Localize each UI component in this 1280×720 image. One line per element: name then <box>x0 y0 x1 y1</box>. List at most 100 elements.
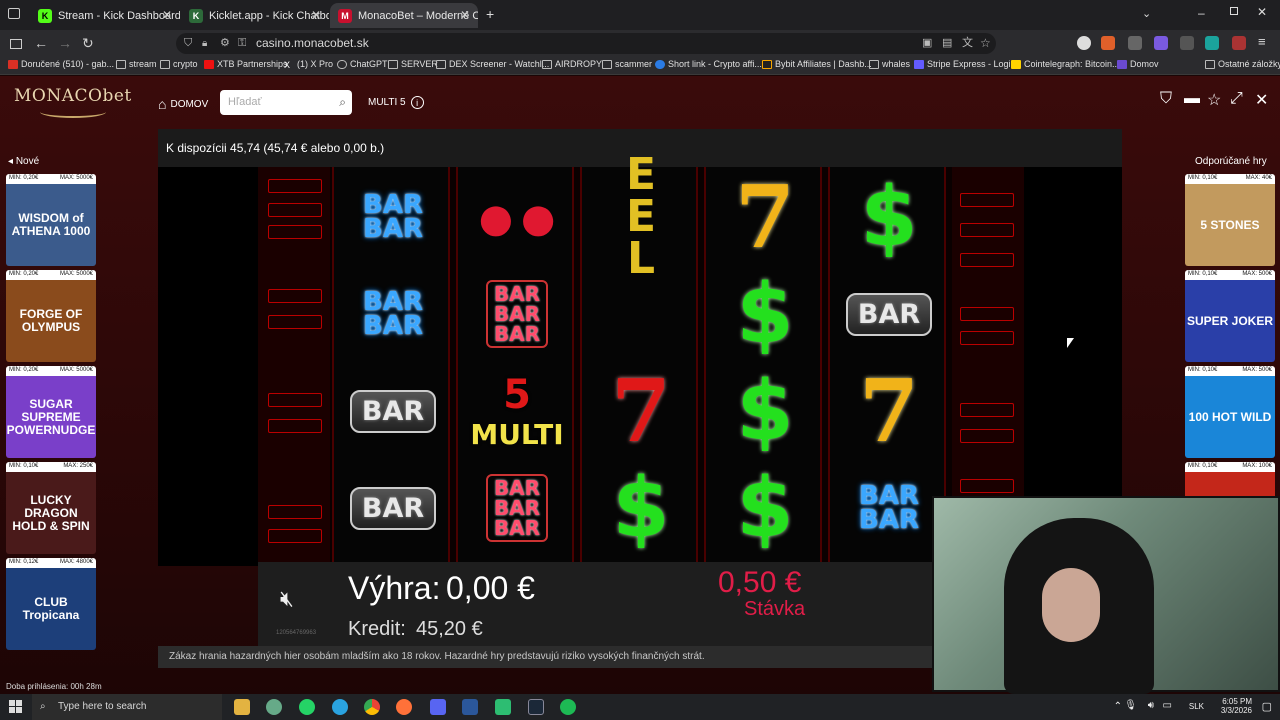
other-bookmarks[interactable]: Ostatné záložky <box>1205 59 1280 69</box>
bookmark-item[interactable]: X (1) X Pro <box>284 59 333 70</box>
bookmark-label: stream <box>129 59 157 69</box>
bookmark-star-icon[interactable]: ☆ <box>980 33 991 54</box>
lock-icon[interactable]: 🔒︎ <box>202 33 207 54</box>
max-bet: MAX: 4800€ <box>59 559 93 565</box>
menu-icon[interactable]: ≡ <box>1258 34 1266 49</box>
clock[interactable]: 6:05 PM 3/3/2026 <box>1221 697 1252 715</box>
spotify-icon[interactable] <box>560 699 576 715</box>
extension-counter-icon[interactable] <box>1128 36 1142 50</box>
bookmark-item[interactable]: XTB Partnerships <box>204 59 288 69</box>
close-icon[interactable]: ✕ <box>311 8 321 22</box>
bookmark-label: XTB Partnerships <box>217 59 288 69</box>
search-icon[interactable]: ⌕ <box>339 90 346 115</box>
windows-start-icon[interactable] <box>9 700 22 713</box>
taskbar-search[interactable]: ⌕ Type here to search <box>32 694 222 720</box>
steam-icon[interactable] <box>528 699 544 715</box>
bookmark-item[interactable]: scammer <box>602 59 652 69</box>
mute-icon[interactable]: 🔇︎ <box>280 586 294 612</box>
site-logo[interactable]: MONACObet <box>14 86 132 106</box>
game-thumbnail[interactable]: MIN: 0,20€ MAX: 5000€ SUGAR SUPREME POWERN… <box>6 366 96 458</box>
firefox-icon[interactable] <box>396 699 412 715</box>
reload-icon[interactable]: ↻ <box>82 35 94 52</box>
fullscreen-icon[interactable]: ⤢ <box>1230 90 1243 108</box>
bookmark-item[interactable]: Short link - Crypto affi... <box>655 59 762 69</box>
bookmark-item[interactable]: Doručené (510) - gab... <box>8 59 114 69</box>
bookmark-item[interactable]: Stripe Express - Login <box>914 59 1016 69</box>
settings-app-icon[interactable] <box>266 699 282 715</box>
close-icon[interactable]: ✕ <box>460 8 470 22</box>
game-thumbnail[interactable]: MIN: 0,10€ MAX: 40€ 5 STONES <box>1185 174 1275 266</box>
language-indicator[interactable]: SLK <box>1189 702 1204 711</box>
bookmark-item[interactable]: stream <box>116 59 157 69</box>
tray-chevron-icon[interactable]: ⌃ <box>1114 701 1122 712</box>
search-input[interactable]: Hľadať ⌕ <box>220 90 352 115</box>
chrome-icon[interactable] <box>364 699 380 715</box>
key-icon[interactable]: ⚿ <box>238 33 246 54</box>
credit-label: Kredit: <box>348 618 406 640</box>
wallet-icon[interactable]: ▬ <box>1184 90 1200 108</box>
gmail-icon <box>8 59 18 69</box>
close-icon[interactable]: ✕ <box>162 8 172 22</box>
extensions-puzzle-icon[interactable] <box>1180 36 1194 50</box>
close-window-button[interactable]: ✕ <box>1257 5 1267 19</box>
whatsapp-icon[interactable] <box>299 699 315 715</box>
game-thumbnail[interactable]: MIN: 0,12€ MAX: 4800€ CLUB Tropicana <box>6 558 96 650</box>
tab-kick-dashboard[interactable]: K Stream - Kick Dashboard ✕ <box>30 3 180 28</box>
site-settings-icon[interactable]: ⚙ <box>220 33 230 54</box>
shield-icon[interactable]: ⛉ <box>184 33 192 54</box>
sidebar-toggle-icon[interactable] <box>10 39 22 49</box>
bookmark-item[interactable]: Bybit Affiliates | Dashb... <box>762 59 872 69</box>
left-payline-strip <box>258 167 330 562</box>
reel-symbol: 7 <box>735 166 795 268</box>
extension-teal-icon[interactable] <box>1205 36 1219 50</box>
game-thumbnail[interactable]: MIN: 0,20€ MAX: 5000€ WISDOM of ATHENA 100… <box>6 174 96 266</box>
game-thumbnail[interactable]: MIN: 0,10€ MAX: 500€ SUPER JOKER <box>1185 270 1275 362</box>
bookmark-item[interactable]: SERVER <box>388 59 438 69</box>
new-tab-button[interactable]: + <box>486 6 494 22</box>
kick-app-icon[interactable] <box>495 699 511 715</box>
bookmark-item[interactable]: DEX Screener - Watchl... <box>436 59 549 69</box>
extension-badge-icon[interactable] <box>1232 36 1246 50</box>
new-games-title[interactable]: ◂ Nové <box>8 156 39 167</box>
tab-list-chevron-icon[interactable]: ⌄ <box>1142 7 1151 20</box>
back-arrow-icon[interactable]: ← <box>34 35 48 51</box>
bookmark-item[interactable]: ChatGPT <box>337 59 388 69</box>
restore-button[interactable] <box>1230 7 1238 15</box>
extension-discord-icon[interactable] <box>1154 36 1168 50</box>
bookmark-item[interactable]: whales <box>869 59 910 69</box>
address-bar[interactable]: ⛉ 🔒︎ ⚙ ⚿ casino.monacobet.sk ▣ ▤ 文 ☆ <box>176 33 996 54</box>
bookmark-item[interactable]: Cointelegraph: Bitcoin... <box>1011 59 1120 69</box>
screenshot-icon[interactable]: ▣ <box>922 33 932 54</box>
network-icon[interactable]: ▭ <box>1163 700 1172 711</box>
tab-kicklet[interactable]: K Kicklet.app - Kick Chatbot and ... ✕ <box>181 3 329 28</box>
microphone-icon[interactable]: 🎙︎ <box>1124 700 1137 711</box>
tab-monacobet[interactable]: M MonacoBet – Moderné Online ... ✕ <box>330 3 478 28</box>
stake-value[interactable]: 0,50 € <box>718 566 801 600</box>
extension-fox-icon[interactable] <box>1101 36 1115 50</box>
window-menu-icon[interactable] <box>8 8 20 19</box>
game-thumbnail[interactable]: MIN: 0,10€ MAX: 250€ LUCKY DRAGON HOLD & S… <box>6 462 96 554</box>
bookmark-item[interactable]: AIRDROPY <box>542 59 602 69</box>
game-thumbnail[interactable]: MIN: 0,10€ MAX: 500€ 100 HOT WILD <box>1185 366 1275 458</box>
bookmark-item[interactable]: Domov <box>1117 59 1159 69</box>
bookmark-item[interactable]: crypto <box>160 59 198 69</box>
reader-view-icon[interactable]: ▤ <box>942 33 952 54</box>
search-icon: ⌕ <box>40 701 46 712</box>
info-icon[interactable]: i <box>410 96 424 109</box>
minimize-button[interactable]: – <box>1198 6 1205 20</box>
home-button[interactable]: ⌂ DOMOV <box>158 96 208 112</box>
translate-icon[interactable]: 文 <box>962 33 973 54</box>
close-game-icon[interactable]: ✕ <box>1255 90 1268 110</box>
shield-icon[interactable]: ⛉ <box>1160 90 1172 108</box>
telegram-icon[interactable] <box>332 699 348 715</box>
favorite-star-icon[interactable]: ☆ <box>1207 90 1221 110</box>
file-explorer-icon[interactable] <box>234 699 250 715</box>
word-icon[interactable] <box>462 699 478 715</box>
game-thumbnail[interactable]: MIN: 0,20€ MAX: 5000€ FORGE OF OLYMPUS <box>6 270 96 362</box>
forward-arrow-icon[interactable]: → <box>58 35 72 51</box>
speaker-icon[interactable]: 🔊︎ <box>1148 700 1154 711</box>
profile-icon[interactable] <box>1077 36 1091 50</box>
notifications-icon[interactable]: ▢ <box>1262 700 1272 713</box>
home-app-icon <box>1117 59 1127 69</box>
discord-icon[interactable] <box>430 699 446 715</box>
